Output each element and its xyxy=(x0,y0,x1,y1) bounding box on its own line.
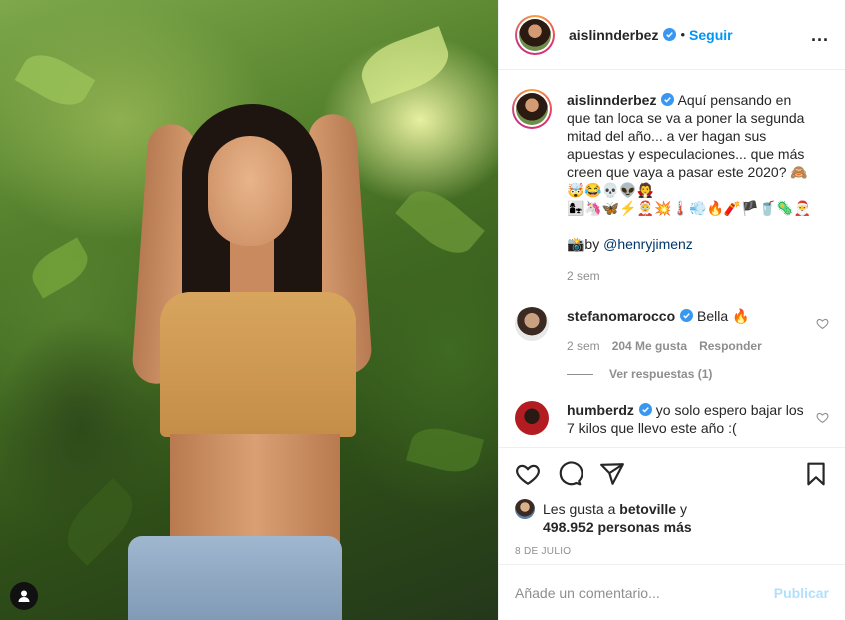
verified-icon xyxy=(638,403,652,416)
likes-joiner: y xyxy=(676,501,687,517)
photo-subject xyxy=(120,96,380,620)
publish-button[interactable]: Publicar xyxy=(774,585,829,601)
leaf-decoration xyxy=(25,237,95,299)
leaf-decoration xyxy=(354,26,456,104)
post-actions: Les gusta a betoville y 498.952 personas… xyxy=(499,447,845,557)
likes-summary[interactable]: Les gusta a betoville y 498.952 personas… xyxy=(515,499,829,536)
post-photo[interactable] xyxy=(0,0,498,620)
photo-credit-prefix: 📸by xyxy=(567,236,604,252)
comment-item: stefanomarocco Bella 🔥 2 sem 204 Me gust… xyxy=(515,307,829,355)
add-comment-bar: Añade un comentario... Publicar xyxy=(499,564,845,620)
comment-like-heart-icon[interactable] xyxy=(816,411,829,424)
leaf-decoration xyxy=(14,45,96,115)
comment-item: humberdz yo solo espero bajar los 7 kilo… xyxy=(515,401,829,437)
verified-icon xyxy=(663,28,677,41)
user-tag-icon[interactable] xyxy=(10,582,38,610)
comment-time[interactable]: 2 sem xyxy=(567,337,600,355)
reply-button[interactable]: Responder xyxy=(699,337,762,355)
caption-emoji-line: 👩‍👧🦄🦋⚡🤶💥🌡️💨🔥🧨🏴🥤🦠🎅 xyxy=(567,200,812,216)
photo-credit-mention[interactable]: @henryjimenz xyxy=(603,236,693,252)
verified-icon xyxy=(661,93,675,106)
post-modal: aislinnderbez • Seguir ... aislinnderbez… xyxy=(0,0,845,620)
comment-text: Bella 🔥 xyxy=(697,308,750,324)
likes-others[interactable]: 498.952 personas más xyxy=(543,519,692,535)
post-details-panel: aislinnderbez • Seguir ... aislinnderbez… xyxy=(498,0,845,620)
more-icon[interactable]: ... xyxy=(811,26,829,44)
share-icon[interactable] xyxy=(599,461,625,487)
post-header: aislinnderbez • Seguir ... xyxy=(499,0,845,70)
separator: • xyxy=(680,27,686,42)
header-username[interactable]: aislinnderbez xyxy=(569,27,658,43)
heart-icon[interactable] xyxy=(515,461,541,487)
view-replies-button[interactable]: Ver respuestas (1) xyxy=(567,367,829,381)
avatar[interactable] xyxy=(515,401,549,435)
avatar[interactable] xyxy=(515,14,555,55)
avatar[interactable] xyxy=(512,89,552,129)
leaf-decoration xyxy=(406,421,484,479)
caption-username[interactable]: aislinnderbez xyxy=(567,92,656,108)
leaf-decoration xyxy=(395,179,485,265)
comment-input[interactable]: Añade un comentario... xyxy=(515,585,660,601)
view-replies-label: Ver respuestas (1) xyxy=(609,367,713,381)
post-date[interactable]: 8 DE JULIO xyxy=(515,546,829,557)
comments-list[interactable]: aislinnderbez Aquí pensando en que tan l… xyxy=(499,71,845,447)
comment-icon[interactable] xyxy=(557,461,583,487)
likes-prefix: Les gusta a xyxy=(543,501,620,517)
comment-username[interactable]: stefanomarocco xyxy=(567,308,675,324)
caption-time[interactable]: 2 sem xyxy=(567,267,600,285)
liker-username[interactable]: betoville xyxy=(619,501,676,517)
caption: aislinnderbez Aquí pensando en que tan l… xyxy=(512,89,829,285)
bookmark-icon[interactable] xyxy=(803,461,829,487)
avatar[interactable] xyxy=(515,307,549,341)
comment-like-heart-icon[interactable] xyxy=(816,317,829,330)
replies-divider xyxy=(567,373,593,375)
follow-button[interactable]: Seguir xyxy=(689,27,733,43)
verified-icon xyxy=(680,309,694,322)
comment-username[interactable]: humberdz xyxy=(567,402,634,418)
comment-likes[interactable]: 204 Me gusta xyxy=(612,337,687,355)
liker-avatar xyxy=(515,499,535,519)
